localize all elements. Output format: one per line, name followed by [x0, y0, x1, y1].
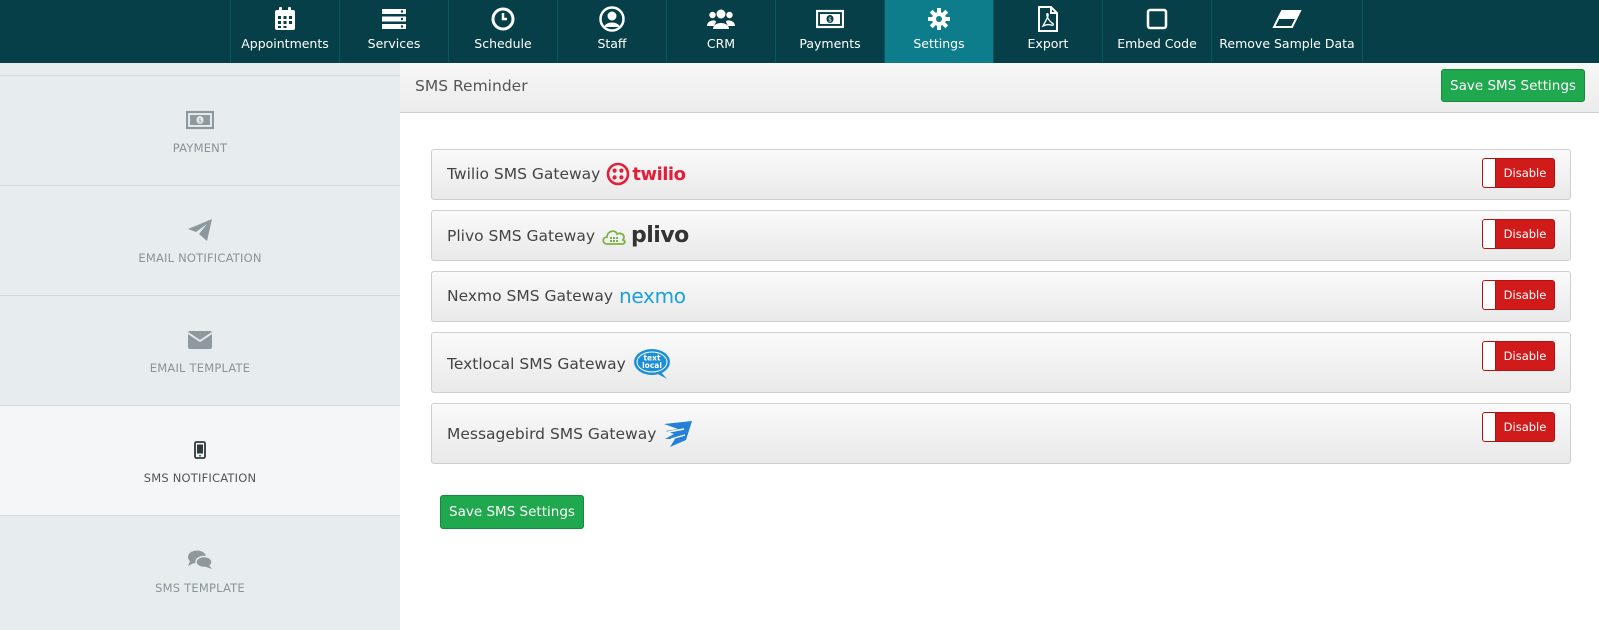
top-navigation: Appointments Services Schedule Staff CRM [0, 0, 1599, 63]
plivo-logo-text: plivo [631, 223, 689, 248]
gateway-title-text: Textlocal SMS Gateway [447, 355, 626, 373]
save-sms-settings-button-top[interactable]: Save SMS Settings [1441, 69, 1585, 102]
nav-label: Services [367, 36, 421, 51]
mobile-icon [194, 437, 206, 463]
nav-appointments[interactable]: Appointments [230, 0, 339, 63]
nav-staff[interactable]: Staff [557, 0, 666, 63]
nav-label: Payments [799, 36, 861, 51]
nav-embed-code[interactable]: Embed Code [1102, 0, 1211, 63]
toggle-label: Disable [1503, 420, 1547, 434]
gateway-title: Textlocal SMS Gateway text local [447, 347, 672, 381]
nav-label: Schedule [474, 36, 532, 51]
sidebar-item-label: PAYMENT [172, 140, 228, 155]
nav-label: CRM [706, 36, 736, 51]
main-content: SMS Reminder Save SMS Settings Twilio SM… [400, 63, 1599, 630]
nav-crm[interactable]: CRM [666, 0, 775, 63]
pdf-icon [1037, 6, 1059, 32]
gateway-title: Messagebird SMS Gateway [447, 420, 696, 448]
sidebar-item-sms-template[interactable]: SMS TEMPLATE [0, 515, 400, 625]
svg-text:$: $ [828, 17, 832, 24]
users-icon [707, 6, 735, 32]
gateway-title-text: Twilio SMS Gateway [447, 165, 601, 183]
square-icon [1146, 6, 1168, 32]
envelope-icon [187, 327, 213, 353]
sidebar-item-email-notification[interactable]: EMAIL NOTIFICATION [0, 185, 400, 295]
gateway-title: Twilio SMS Gateway twilio [447, 162, 686, 186]
sidebar-item-label: EMAIL NOTIFICATION [138, 250, 262, 265]
nav-payments[interactable]: $ Payments [775, 0, 884, 63]
user-circle-icon [599, 6, 625, 32]
sidebar-item-payment[interactable]: $ PAYMENT [0, 75, 400, 185]
messagebird-toggle[interactable]: Disable [1482, 412, 1555, 442]
nexmo-toggle[interactable]: Disable [1482, 280, 1555, 310]
textlocal-toggle[interactable]: Disable [1482, 341, 1555, 371]
clock-icon [491, 6, 515, 32]
twilio-logo-text: twilio [632, 163, 686, 185]
gateway-plivo: Plivo SMS Gateway plivo Disable [431, 210, 1571, 261]
svg-text:$: $ [198, 117, 202, 124]
gateway-title-text: Nexmo SMS Gateway [447, 287, 613, 305]
gateway-title-text: Plivo SMS Gateway [447, 226, 595, 245]
toggle-knob [1483, 342, 1496, 370]
money-icon: $ [186, 107, 214, 133]
gateway-twilio: Twilio SMS Gateway twilio Disable [431, 149, 1571, 200]
sidebar-item-label: SMS NOTIFICATION [143, 470, 257, 485]
toggle-knob [1483, 413, 1496, 441]
gateway-nexmo: Nexmo SMS Gateway nexmo Disable [431, 271, 1571, 322]
nexmo-logo: nexmo [619, 284, 686, 308]
textlocal-logo: text local [632, 347, 672, 381]
gear-icon [927, 6, 951, 32]
toggle-knob [1483, 220, 1496, 248]
toggle-label: Disable [1503, 349, 1547, 363]
nav-remove-sample-data[interactable]: Remove Sample Data [1211, 0, 1363, 63]
gateway-textlocal: Textlocal SMS Gateway text local Disable [431, 332, 1571, 393]
sidebar-item-sms-notification[interactable]: SMS NOTIFICATION [0, 405, 400, 515]
nav-schedule[interactable]: Schedule [448, 0, 557, 63]
sidebar-item-email-template[interactable]: EMAIL TEMPLATE [0, 295, 400, 405]
svg-text:local: local [642, 361, 662, 370]
gateway-title: Nexmo SMS Gateway nexmo [447, 284, 686, 308]
plivo-toggle[interactable]: Disable [1482, 219, 1555, 249]
nav-services[interactable]: Services [339, 0, 448, 63]
save-sms-settings-button-bottom[interactable]: Save SMS Settings [440, 495, 584, 529]
nav-label: Embed Code [1117, 36, 1197, 51]
nav-label: Staff [597, 36, 627, 51]
nav-label: Settings [913, 36, 965, 51]
server-icon [381, 6, 407, 32]
sidebar-item-label: EMAIL TEMPLATE [149, 360, 251, 375]
twilio-logo: twilio [606, 162, 686, 186]
nav-items: Appointments Services Schedule Staff CRM [230, 0, 1363, 63]
toggle-label: Disable [1503, 227, 1547, 241]
comments-icon [187, 547, 213, 573]
money-icon: $ [816, 6, 844, 32]
nav-settings[interactable]: Settings [884, 0, 993, 63]
nav-label: Remove Sample Data [1219, 36, 1355, 51]
nav-label: Export [1027, 36, 1069, 51]
messagebird-logo [662, 420, 696, 448]
toggle-label: Disable [1503, 288, 1547, 302]
calendar-icon [273, 6, 297, 32]
gateway-title-text: Messagebird SMS Gateway [447, 425, 657, 443]
toggle-knob [1483, 159, 1496, 187]
sidebar-item-label: SMS TEMPLATE [155, 580, 245, 595]
page-title: SMS Reminder [415, 77, 528, 95]
gateway-messagebird: Messagebird SMS Gateway Disable [431, 403, 1571, 464]
nav-export[interactable]: Export [993, 0, 1102, 63]
twilio-toggle[interactable]: Disable [1482, 158, 1555, 188]
toggle-label: Disable [1503, 166, 1547, 180]
toggle-knob [1483, 281, 1496, 309]
nav-label: Appointments [241, 36, 329, 51]
plivo-logo: plivo [601, 223, 689, 248]
panel-header: SMS Reminder Save SMS Settings [400, 63, 1599, 113]
paper-plane-icon [187, 217, 213, 243]
nexmo-logo-text: nexmo [619, 284, 686, 308]
gateway-title: Plivo SMS Gateway plivo [447, 223, 689, 248]
eraser-icon [1272, 6, 1302, 32]
settings-sidebar: $ PAYMENT EMAIL NOTIFICATION EMAIL TEMPL… [0, 63, 400, 630]
